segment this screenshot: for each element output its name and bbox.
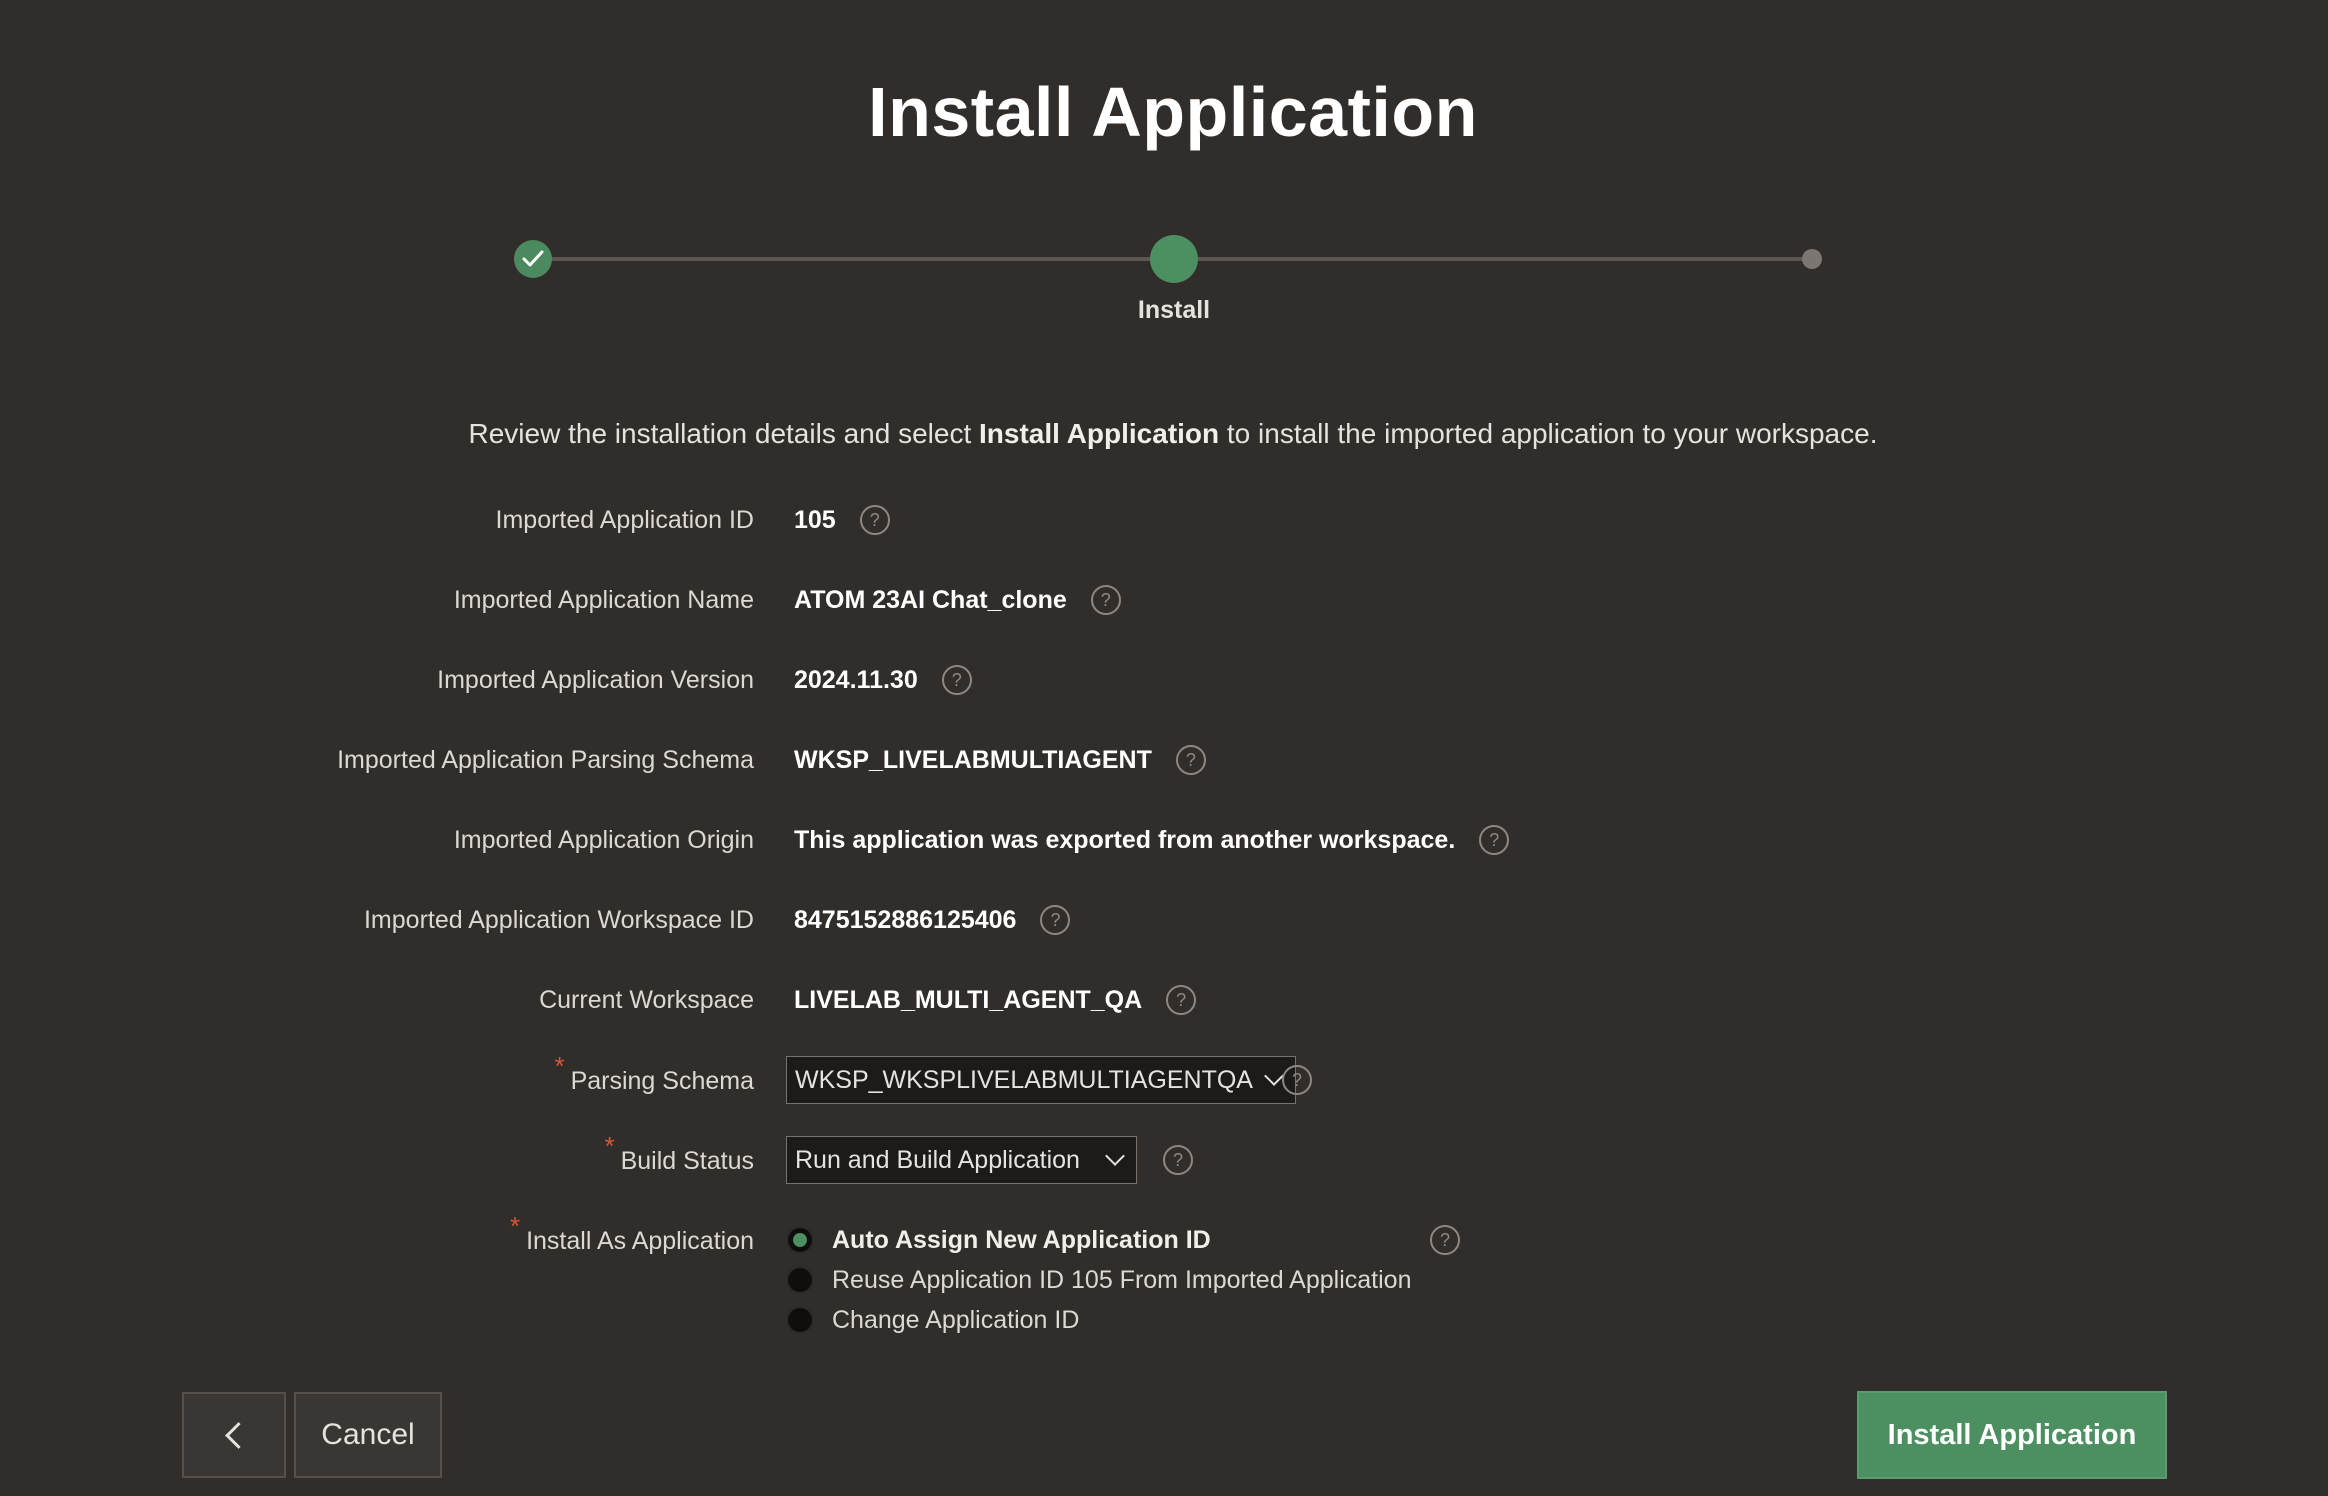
- field-value: 2024.11.30 ?: [794, 650, 972, 710]
- radio-label: Change Application ID: [832, 1305, 1080, 1334]
- radio-auto-assign[interactable]: Auto Assign New Application ID: [786, 1220, 1411, 1260]
- field-label: Imported Application Workspace ID: [363, 906, 754, 934]
- field-row-current-workspace: Current Workspace LIVELAB_MULTI_AGENT_QA…: [0, 970, 2328, 1030]
- help-icon[interactable]: ?: [1163, 1145, 1193, 1175]
- field-value: WKSP_LIVELABMULTIAGENT ?: [794, 730, 1206, 790]
- step-current-label: Install: [1137, 296, 1211, 324]
- parsing-schema-label: Parsing Schema: [570, 1067, 754, 1095]
- app-id-value: 105: [794, 506, 836, 534]
- workspace-id-value: 8475152886125406: [794, 906, 1017, 934]
- radio-label: Reuse Application ID 105 From Imported A…: [832, 1265, 1412, 1294]
- field-value: 8475152886125406 ?: [794, 890, 1071, 950]
- required-indicator: *: [554, 1051, 565, 1081]
- build-status-select[interactable]: Run and Build Application: [786, 1136, 1137, 1184]
- help-icon[interactable]: ?: [859, 505, 890, 535]
- field-label: Imported Application Version: [437, 666, 754, 694]
- radio-button[interactable]: [786, 1306, 814, 1334]
- field-value: LIVELAB_MULTI_AGENT_QA ?: [794, 970, 1197, 1030]
- intro-text-after: to install the imported application to y…: [1219, 418, 1878, 449]
- radio-button[interactable]: [786, 1266, 814, 1294]
- install-as-label: Install As Application: [526, 1227, 754, 1255]
- field-row-app-name: Imported Application Name ATOM 23AI Chat…: [0, 570, 2328, 630]
- parsing-schema-select[interactable]: WKSP_WKSPLIVELABMULTIAGENTQA: [786, 1056, 1296, 1104]
- required-indicator: *: [604, 1131, 615, 1161]
- help-icon[interactable]: ?: [941, 665, 972, 695]
- field-value: 105 ?: [794, 490, 890, 550]
- cancel-button[interactable]: Cancel: [294, 1392, 442, 1478]
- radio-label: Auto Assign New Application ID: [832, 1225, 1211, 1254]
- install-as-radio-group: Auto Assign New Application ID Reuse App…: [786, 1220, 1411, 1340]
- chevron-down-icon: [1264, 1066, 1284, 1086]
- wizard-progress: Install: [514, 230, 1822, 330]
- app-name-value: ATOM 23AI Chat_clone: [794, 586, 1067, 614]
- help-icon[interactable]: ?: [1430, 1225, 1460, 1255]
- field-row-app-id: Imported Application ID 105 ?: [0, 490, 2328, 550]
- install-application-page: Install Application Install Review the i…: [0, 0, 2328, 1496]
- step-completed: [514, 240, 552, 278]
- page-title: Install Application: [868, 73, 1478, 151]
- field-value: This application was exported from anoth…: [794, 810, 1510, 870]
- field-label: * Build Status: [604, 1130, 754, 1190]
- build-status-label: Build Status: [620, 1147, 754, 1175]
- app-version-value: 2024.11.30: [794, 666, 918, 694]
- field-label: Imported Application Name: [453, 586, 754, 614]
- help-icon[interactable]: ?: [1040, 905, 1071, 935]
- field-row-build-status: * Build Status Run and Build Application …: [0, 1130, 2328, 1190]
- field-label: Imported Application Origin: [453, 826, 754, 854]
- field-row-parsing-schema: * Parsing Schema WKSP_WKSPLIVELABMULTIAGE…: [0, 1050, 2328, 1110]
- help-icon[interactable]: ?: [1282, 1065, 1312, 1095]
- field-row-origin: Imported Application Origin This applica…: [0, 810, 2328, 870]
- field-label: Current Workspace: [539, 986, 754, 1014]
- help-icon[interactable]: ?: [1166, 985, 1197, 1015]
- required-indicator: *: [509, 1211, 521, 1241]
- previous-button[interactable]: [182, 1392, 286, 1478]
- chevron-down-icon: [1105, 1146, 1125, 1166]
- chevron-left-icon: [224, 1421, 252, 1449]
- field-row-imported-parsing-schema: Imported Application Parsing Schema WKSP…: [0, 730, 2328, 790]
- field-row-workspace-id: Imported Application Workspace ID 847515…: [0, 890, 2328, 950]
- parsing-schema-selected-value: WKSP_WKSPLIVELABMULTIAGENTQA: [795, 1065, 1253, 1094]
- step-current: [1150, 235, 1198, 283]
- help-icon[interactable]: ?: [1175, 745, 1206, 775]
- current-workspace-value: LIVELAB_MULTI_AGENT_QA: [794, 986, 1143, 1014]
- radio-reuse-id[interactable]: Reuse Application ID 105 From Imported A…: [786, 1260, 1411, 1300]
- imported-parsing-schema-value: WKSP_LIVELABMULTIAGENT: [794, 746, 1152, 774]
- field-row-install-as: * Install As Application Auto Assign New …: [0, 1210, 2328, 1350]
- radio-button-selected[interactable]: [786, 1226, 814, 1254]
- checkmark-icon: [522, 250, 544, 267]
- field-row-app-version: Imported Application Version 2024.11.30 …: [0, 650, 2328, 710]
- build-status-selected-value: Run and Build Application: [795, 1145, 1080, 1174]
- field-label: Imported Application Parsing Schema: [337, 746, 754, 774]
- intro-text-before: Review the installation details and sele…: [468, 418, 980, 449]
- intro-text: Review the installation details and sele…: [0, 418, 2328, 450]
- step-upcoming: [1802, 249, 1822, 269]
- field-value: ATOM 23AI Chat_clone ?: [794, 570, 1121, 630]
- install-application-button[interactable]: Install Application: [1857, 1391, 2167, 1479]
- origin-value: This application was exported from anoth…: [794, 826, 1456, 854]
- field-label: * Install As Application: [510, 1210, 754, 1270]
- help-icon[interactable]: ?: [1479, 825, 1510, 855]
- help-icon[interactable]: ?: [1090, 585, 1121, 615]
- field-label: * Parsing Schema: [554, 1050, 754, 1110]
- radio-change-id[interactable]: Change Application ID: [786, 1300, 1411, 1340]
- intro-text-bold: Install Application: [979, 418, 1220, 449]
- field-label: Imported Application ID: [495, 506, 754, 534]
